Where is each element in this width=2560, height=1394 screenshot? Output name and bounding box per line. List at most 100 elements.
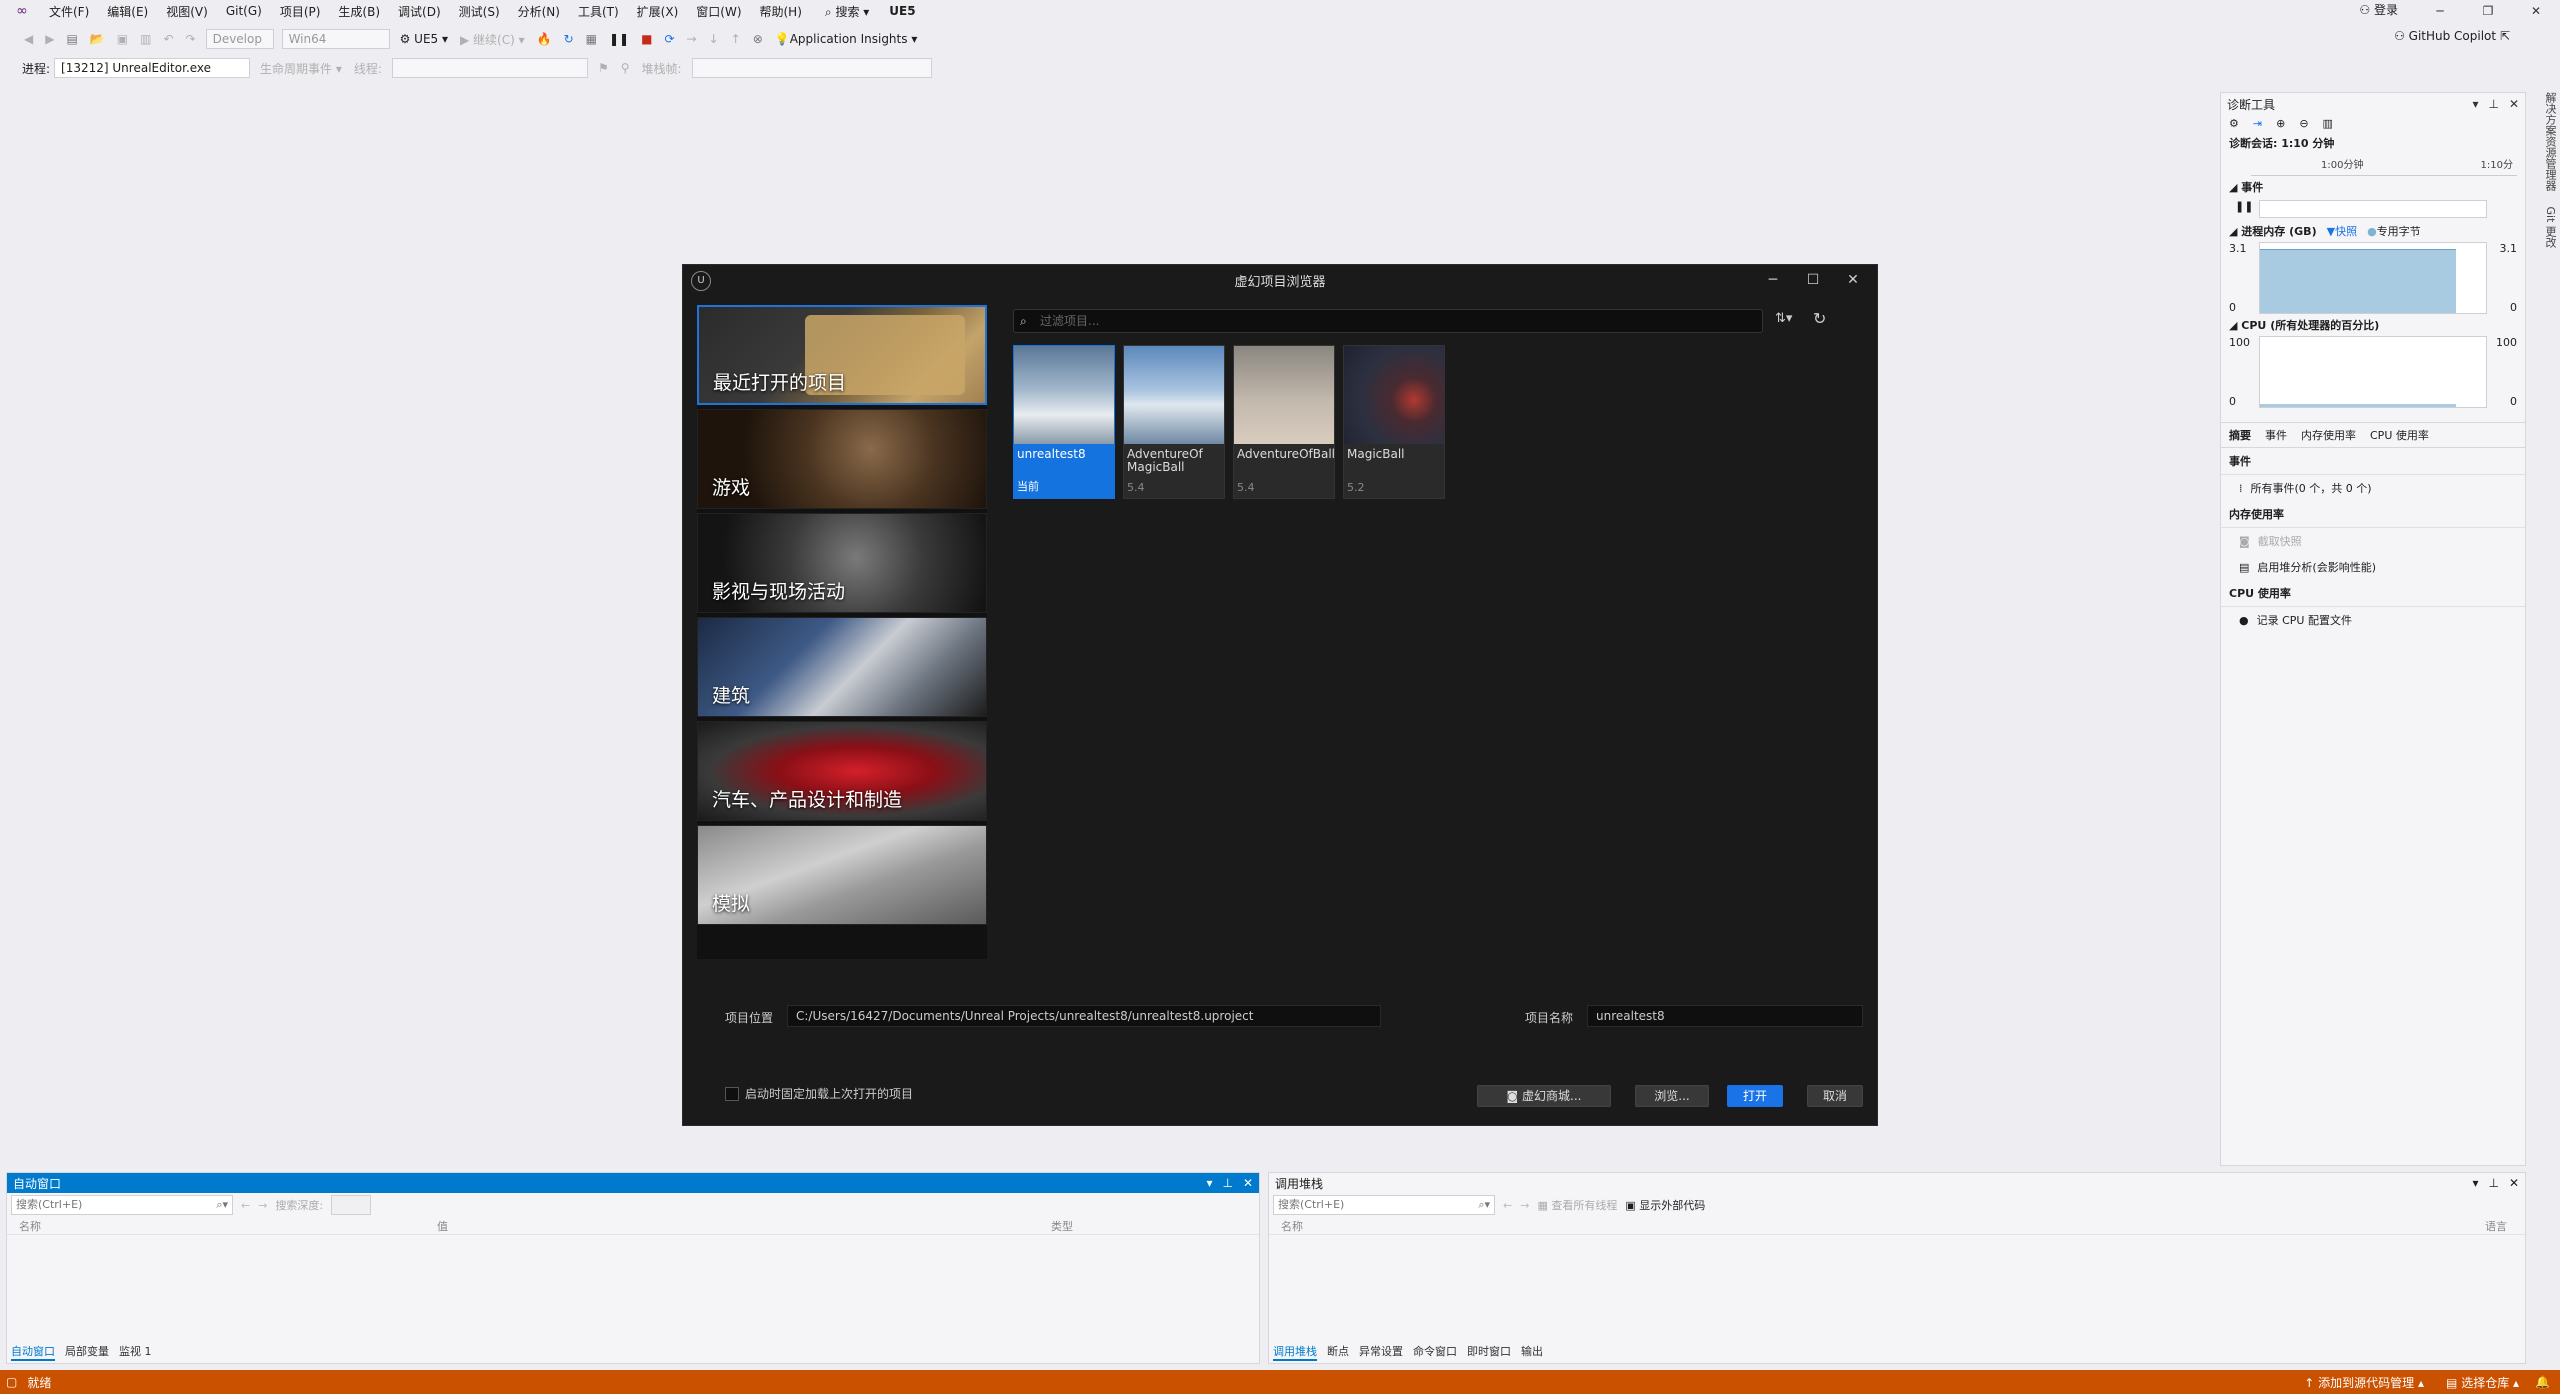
menu-project[interactable]: 项目(P): [271, 3, 330, 20]
layout-icon[interactable]: ▦: [580, 32, 603, 46]
sort-button[interactable]: ⇅▾: [1775, 311, 1792, 326]
close-icon[interactable]: ✕: [2509, 97, 2519, 111]
tab-immediate-window[interactable]: 即时窗口: [1467, 1343, 1511, 1361]
dropdown-icon[interactable]: ▾: [1206, 1176, 1212, 1190]
tab-watch-1[interactable]: 监视 1: [119, 1343, 152, 1361]
timeline-ruler[interactable]: 1:00分钟 1:10分: [2251, 154, 2517, 176]
notification-icon[interactable]: ▢: [6, 1375, 17, 1389]
category-simulation[interactable]: 模拟: [697, 825, 987, 925]
menu-build[interactable]: 生成(B): [329, 3, 389, 20]
refresh-icon[interactable]: ↻: [1813, 309, 1826, 328]
project-filter-input[interactable]: ⌕ 过滤项目...: [1013, 309, 1763, 333]
side-tab-solution-explorer[interactable]: 解决方案资源管理器: [2544, 92, 2557, 191]
login-button[interactable]: ⚇ 登录: [2359, 1, 2398, 18]
breakpoint-icon[interactable]: ⊗: [747, 32, 769, 46]
pin-icon[interactable]: ⊥: [1222, 1176, 1232, 1190]
menu-edit[interactable]: 编辑(E): [98, 3, 157, 20]
callstack-search-input[interactable]: 搜索(Ctrl+E) ⌕▾: [1273, 1195, 1495, 1215]
tab-cpu[interactable]: CPU 使用率: [2370, 427, 2429, 443]
stop-icon[interactable]: ■: [635, 32, 658, 46]
menu-search[interactable]: ⌕ 搜索 ▾: [811, 3, 879, 20]
add-source-control-button[interactable]: ↑ 添加到源代码管理 ▴: [2304, 1374, 2424, 1391]
project-name-field[interactable]: unrealtest8: [1587, 1005, 1863, 1027]
load-last-project-checkbox[interactable]: 启动时固定加载上次打开的项目: [725, 1085, 913, 1102]
forward-icon[interactable]: ▶: [39, 32, 60, 46]
undo-icon[interactable]: ↶: [157, 32, 179, 46]
forward-arrow-icon[interactable]: →: [1520, 1199, 1529, 1212]
pause-icon[interactable]: ❚❚: [603, 32, 635, 46]
checkbox-box[interactable]: [725, 1086, 739, 1101]
tab-summary[interactable]: 摘要: [2229, 427, 2251, 443]
menu-analyze[interactable]: 分析(N): [509, 3, 569, 20]
category-architecture[interactable]: 建筑: [697, 617, 987, 717]
cpu-chart[interactable]: 100 0 100 0: [2229, 336, 2517, 408]
application-insights[interactable]: 💡Application Insights ▾: [769, 32, 924, 46]
step-over-icon[interactable]: ↓: [703, 32, 725, 46]
config-combo[interactable]: Develop: [205, 29, 274, 49]
project-card[interactable]: unrealtest8 当前: [1013, 345, 1115, 499]
menu-window[interactable]: 窗口(W): [687, 3, 750, 20]
menu-tools[interactable]: 工具(T): [569, 3, 628, 20]
col-name[interactable]: 名称: [1281, 1218, 2485, 1234]
menu-file[interactable]: 文件(F): [40, 3, 98, 20]
category-recent[interactable]: 最近打开的项目: [697, 305, 987, 405]
side-tab-git-changes[interactable]: Git 更改: [2544, 207, 2557, 248]
category-film[interactable]: 影视与现场活动: [697, 513, 987, 613]
dropdown-icon[interactable]: ▾: [2472, 97, 2478, 111]
marketplace-button[interactable]: ◙ 虚幻商城...: [1477, 1085, 1611, 1107]
menu-test[interactable]: 测试(S): [450, 3, 509, 20]
stackframe-combo[interactable]: [691, 58, 932, 78]
redo-icon[interactable]: ↷: [180, 32, 202, 46]
tab-memory[interactable]: 内存使用率: [2301, 427, 2356, 443]
col-language[interactable]: 语言: [2485, 1218, 2507, 1234]
dropdown-icon[interactable]: ▾: [2472, 1176, 2478, 1190]
lifecycle-events[interactable]: 生命周期事件 ▾: [254, 60, 348, 77]
restart-icon[interactable]: ↻: [558, 32, 580, 46]
record-cpu-item[interactable]: ● 记录 CPU 配置文件: [2221, 607, 2525, 633]
pin-icon[interactable]: ⊥: [2488, 1176, 2498, 1190]
thread-combo[interactable]: [391, 58, 588, 78]
open-folder-icon[interactable]: 📂: [84, 32, 111, 46]
process-combo[interactable]: [13212] UnrealEditor.exe: [54, 58, 251, 78]
new-item-icon[interactable]: ▤: [60, 32, 83, 46]
search-depth-combo[interactable]: [331, 1195, 372, 1215]
tab-call-stack[interactable]: 调用堆栈: [1273, 1343, 1317, 1361]
restore-button[interactable]: ❐: [2464, 0, 2512, 22]
tab-command-window[interactable]: 命令窗口: [1413, 1343, 1457, 1361]
dialog-maximize-button[interactable]: ☐: [1793, 265, 1833, 295]
project-card[interactable]: AdventureOf MagicBall 5.4: [1123, 345, 1225, 499]
github-copilot-button[interactable]: ⚇ GitHub Copilot ⇱: [2394, 29, 2510, 43]
memory-chart[interactable]: 3.1 0 3.1 0: [2229, 242, 2517, 314]
project-card[interactable]: MagicBall 5.2: [1343, 345, 1445, 499]
select-repo-button[interactable]: ▤ 选择仓库 ▴: [2446, 1374, 2519, 1391]
back-icon[interactable]: ◀: [18, 32, 39, 46]
tab-breakpoints[interactable]: 断点: [1327, 1343, 1349, 1361]
back-arrow-icon[interactable]: ←: [1503, 1199, 1512, 1212]
platform-combo[interactable]: Win64: [281, 29, 390, 49]
close-button[interactable]: ✕: [2512, 0, 2560, 22]
forward-arrow-icon[interactable]: →: [258, 1199, 267, 1212]
col-type[interactable]: 类型: [1051, 1218, 1073, 1234]
close-icon[interactable]: ✕: [1243, 1176, 1253, 1190]
cancel-button[interactable]: 取消: [1807, 1085, 1863, 1107]
menu-extensions[interactable]: 扩展(X): [628, 3, 688, 20]
step-into-icon[interactable]: →: [681, 32, 703, 46]
restart-debug-icon[interactable]: ⟳: [658, 32, 680, 46]
tab-output[interactable]: 输出: [1521, 1343, 1543, 1361]
menu-git[interactable]: Git(G): [217, 4, 271, 18]
close-icon[interactable]: ✕: [2509, 1176, 2519, 1190]
select-tools-icon[interactable]: ⇥: [2253, 117, 2262, 130]
category-games[interactable]: 游戏: [697, 409, 987, 509]
back-arrow-icon[interactable]: ←: [241, 1199, 250, 1212]
browse-button[interactable]: 浏览...: [1635, 1085, 1709, 1107]
zoom-in-icon[interactable]: ⊕: [2276, 117, 2285, 130]
autos-search-input[interactable]: 搜索(Ctrl+E) ⌕▾: [11, 1195, 233, 1215]
project-card[interactable]: AdventureOfBall 5.4: [1233, 345, 1335, 499]
menu-view[interactable]: 视图(V): [157, 3, 217, 20]
tab-events[interactable]: 事件: [2265, 427, 2287, 443]
tab-autos[interactable]: 自动窗口: [11, 1343, 55, 1361]
take-snapshot-item[interactable]: ◙ 截取快照: [2221, 528, 2525, 554]
hot-reload-icon[interactable]: 🔥: [531, 32, 558, 46]
category-automotive[interactable]: 汽车、产品设计和制造: [697, 721, 987, 821]
pin-icon[interactable]: ⊥: [2488, 97, 2498, 111]
